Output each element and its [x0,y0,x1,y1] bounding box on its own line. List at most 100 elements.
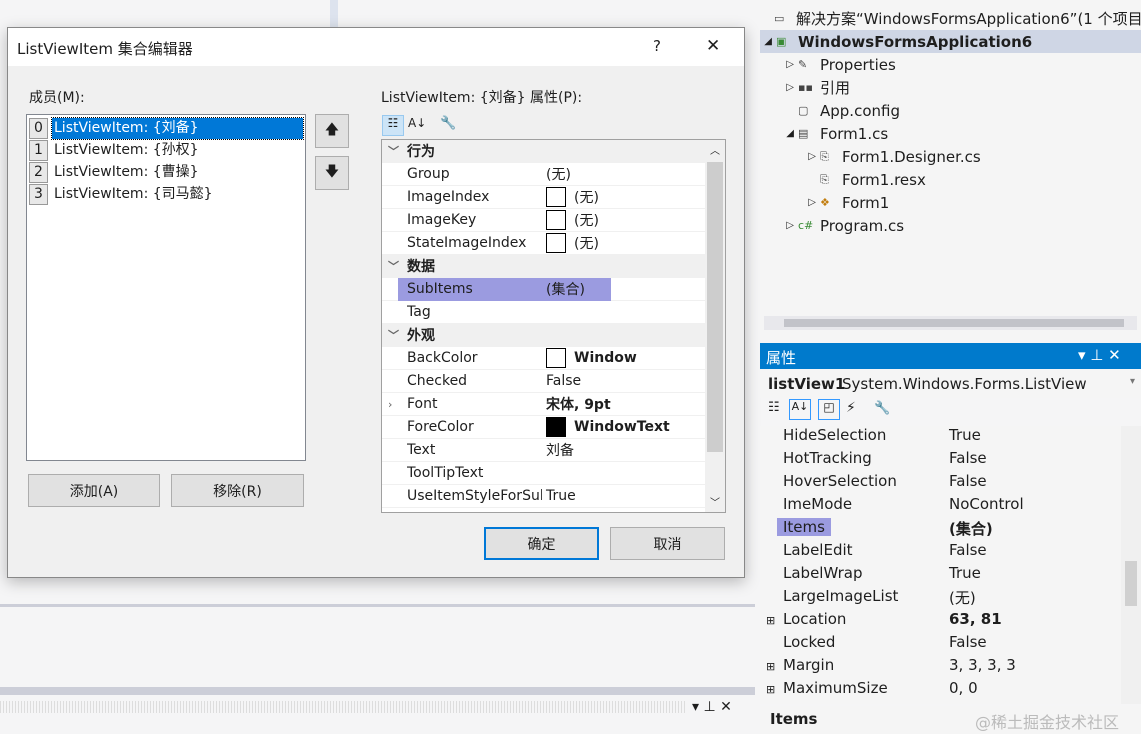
add-button[interactable]: 添加(A) [28,474,160,507]
expand-icon[interactable]: › [388,398,392,411]
member-index: 1 [29,139,48,161]
category-row[interactable]: ﹀ 外观 [382,324,706,347]
member-index: 3 [29,183,48,205]
property-name: Items [777,518,831,536]
sort-alpha-icon[interactable]: A↓ [408,116,426,130]
member-item[interactable]: 0 ListViewItem: {刘备} [27,116,305,140]
property-row[interactable]: ⊞ MaximumSize 0, 0 [760,679,1121,702]
solution-tree-item[interactable]: ◢ ▤ Form1.cs [760,122,1141,145]
remove-button[interactable]: 移除(R) [171,474,304,507]
panel-window-controls[interactable]: ▾ ⊥ ✕ [1078,346,1121,364]
panel-controls[interactable]: ▾ ⊥ ✕ [692,699,732,715]
categorized-icon[interactable]: ☷ [382,115,404,136]
property-row[interactable]: ForeColor WindowText [382,416,706,439]
category-row[interactable]: ﹀ 数据 [382,255,706,278]
color-swatch [546,187,566,207]
property-row[interactable]: Text 刘备 [382,439,706,462]
solution-tree-item[interactable]: ▷ ✎ Properties [760,53,1141,76]
member-item[interactable]: 1 ListViewItem: {孙权} [27,139,305,161]
property-name: Font [407,396,438,412]
members-listbox[interactable]: 0 ListViewItem: {刘备} 1 ListViewItem: {孙权} 2 L… [26,114,306,461]
horizontal-scrollbar[interactable] [764,316,1137,330]
properties-scrollbar[interactable] [1121,426,1141,704]
property-name: LargeImageList [783,587,899,605]
close-button[interactable]: ✕ [706,36,720,56]
property-row[interactable]: UseItemStyleForSubItemsTrue [382,485,706,508]
move-up-button[interactable]: 🡅 [315,114,349,148]
events-lightning-icon[interactable]: ⚡ [846,400,856,416]
form-icon: ▤ [798,127,809,140]
property-row[interactable]: LabelEdit False [760,541,1121,564]
property-row[interactable]: Items (集合) [760,518,1121,541]
property-row[interactable]: ImageKey (无) [382,209,706,232]
property-name: LabelEdit [783,541,853,559]
object-selector[interactable]: listView1 System.Windows.Forms.ListView … [760,370,1141,398]
solution-tree-item[interactable]: ▭ 解决方案“WindowsFormsApplication6”(1 个项目) [760,7,1141,30]
help-button[interactable]: ? [653,37,661,55]
property-row[interactable]: HideSelection True [760,426,1121,449]
solution-tree-item[interactable]: ⎘ Form1.resx [760,168,1141,191]
expander-icon[interactable]: ▷ [760,220,798,231]
property-row[interactable]: StateImageIndex (无) [382,232,706,255]
property-row[interactable]: ImageIndex (无) [382,186,706,209]
expand-plus-icon[interactable]: ⊞ [766,660,775,673]
property-row[interactable]: BackColor Window [382,347,706,370]
color-swatch [546,210,566,230]
expander-icon[interactable]: ▷ [760,59,798,70]
property-row[interactable]: HotTracking False [760,449,1121,472]
property-name: MaximumSize [783,679,888,697]
expand-plus-icon[interactable]: ⊞ [766,683,775,696]
property-row[interactable]: Group (无) [382,163,706,186]
categorized-icon[interactable]: ☷ [768,400,780,415]
property-name: HoverSelection [783,472,897,490]
member-item[interactable]: 2 ListViewItem: {曹操} [27,161,305,183]
property-row[interactable]: ImeMode NoControl [760,495,1121,518]
properties-view-icon[interactable]: ◰ [818,399,840,420]
expander-icon[interactable]: ▷ [760,82,798,93]
collapse-icon[interactable]: ﹀ [388,258,399,274]
property-row[interactable]: SubItems (集合) [382,277,706,301]
solution-tree-item[interactable]: ▢ App.config [760,99,1141,122]
references-icon: ▪▪ [798,81,813,94]
property-row[interactable]: ToolTipText [382,462,706,485]
scroll-thumb[interactable] [707,162,723,452]
expander-icon[interactable]: ◢ [760,128,798,139]
collapse-icon[interactable]: ﹀ [388,327,399,343]
sort-alpha-icon[interactable]: A↓ [789,399,811,420]
expander-icon[interactable]: ▷ [760,197,820,208]
ok-button[interactable]: 确定 [484,527,599,560]
move-down-button[interactable]: 🡇 [315,156,349,190]
member-item[interactable]: 3 ListViewItem: {司马懿} [27,183,305,205]
collapse-icon[interactable]: ﹀ [388,143,399,159]
solution-tree-item[interactable]: ▷ ❖ Form1 [760,191,1141,214]
grid-scrollbar[interactable]: ︿ ﹀ [705,140,725,512]
editor-divider [330,0,338,27]
property-row[interactable]: ⊞ Location 63, 81 [760,610,1121,633]
property-row[interactable]: LargeImageList (无) [760,587,1121,610]
solution-tree-item[interactable]: ▷ ⎘ Form1.Designer.cs [760,145,1141,168]
property-row[interactable]: Locked False [760,633,1121,656]
category-row[interactable]: ﹀ 行为 [382,140,706,163]
cancel-button[interactable]: 取消 [610,527,725,560]
property-row[interactable]: LabelWrap True [760,564,1121,587]
solution-tree-item[interactable]: ▷ c# Program.cs [760,214,1141,237]
property-value: False [949,449,987,467]
property-row[interactable]: ⊞ Margin 3, 3, 3, 3 [760,656,1121,679]
property-pages-icon: 🔧 [874,401,891,416]
solution-tree-item[interactable]: ◢ ▣ WindowsFormsApplication6 [760,30,1141,53]
expand-plus-icon[interactable]: ⊞ [766,614,775,627]
property-value: (集合) [546,282,585,298]
property-row[interactable]: HoverSelection False [760,472,1121,495]
expander-icon[interactable]: ▷ [760,151,820,162]
expander-icon[interactable]: ◢ [760,36,776,47]
category-label: 行为 [407,144,435,160]
property-row[interactable]: Tag [382,301,706,324]
property-row[interactable]: Checked False [382,370,706,393]
property-value: (无) [574,190,599,206]
panel-splitter[interactable] [0,687,755,695]
dialog-titlebar: ListViewItem 集合编辑器 ? ✕ [8,28,744,66]
property-row[interactable]: › Font 宋体, 9pt [382,393,706,416]
solution-explorer: ▭ 解决方案“WindowsFormsApplication6”(1 个项目) ◢ ▣… [760,0,1141,340]
solution-tree-item[interactable]: ▷ ▪▪ 引用 [760,76,1141,99]
property-grid[interactable]: ﹀ 行为 Group (无) ImageIndex (无) ImageKey (无) State… [381,139,726,513]
